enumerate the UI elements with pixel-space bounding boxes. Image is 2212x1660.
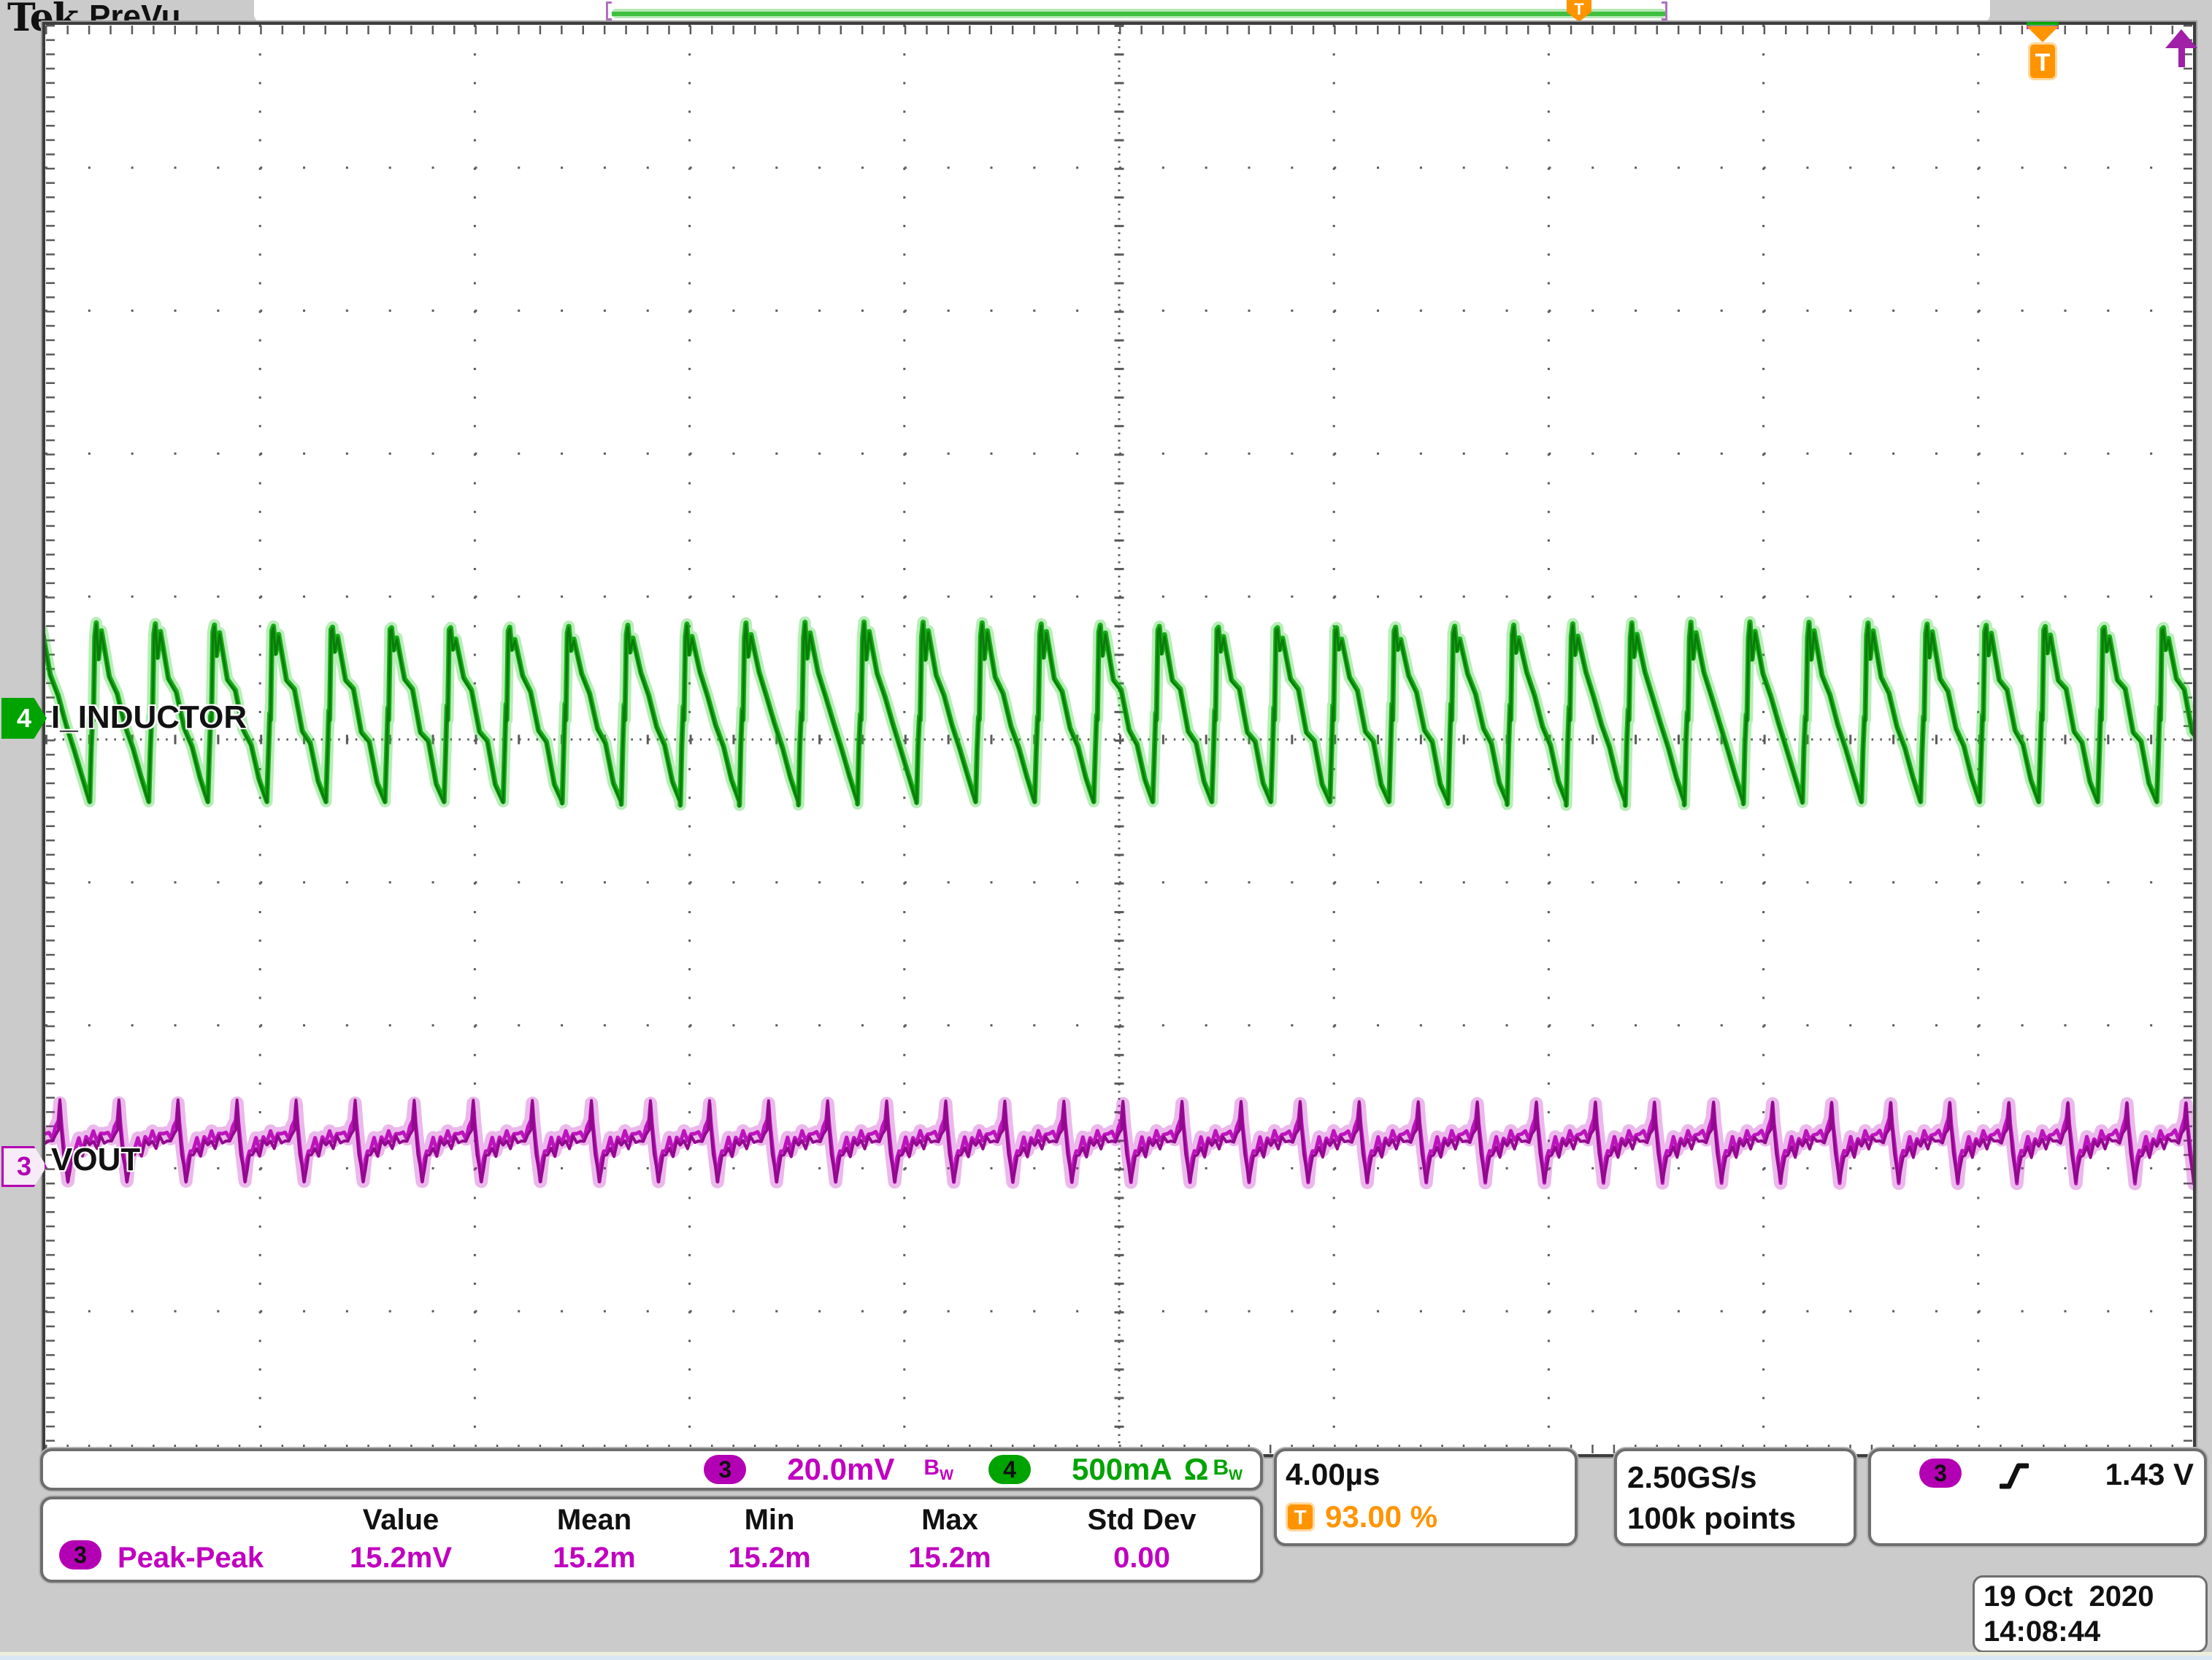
- meas-channel-badge[interactable]: 3: [59, 1540, 101, 1569]
- meas-value: 15.2mV: [350, 1542, 452, 1575]
- trigger-source-badge[interactable]: 3: [1919, 1459, 1962, 1488]
- trigger-slope-rising-icon: [2000, 1460, 2029, 1492]
- ch4-ohm-coupling-icon: Ω: [1184, 1452, 1209, 1487]
- trigger-position-marker[interactable]: T: [2028, 42, 2057, 80]
- meas-stddev: 0.00: [1113, 1542, 1170, 1575]
- acquisition-readout-box[interactable]: 2.50GS/s 100k points: [1614, 1448, 1856, 1546]
- trigger-t-icon: T: [1286, 1502, 1315, 1532]
- ch3-waveform-label: VOUT: [51, 1142, 140, 1178]
- ch3-bandwidth-limit-icon: BW: [923, 1456, 953, 1484]
- measurement-table[interactable]: Value Mean Min Max Std Dev 3 Peak-Peak 1…: [40, 1496, 1263, 1583]
- meas-name[interactable]: Peak-Peak: [118, 1542, 264, 1575]
- trigger-level-offscreen-arrow-stem: [2178, 47, 2185, 67]
- bottom-strip-blue: [0, 1656, 2212, 1660]
- ch4-scale-readout[interactable]: 500mA: [1072, 1452, 1172, 1487]
- ch3-badge-icon[interactable]: 3: [704, 1455, 746, 1484]
- timebase-readout[interactable]: 4.00µs: [1286, 1457, 1566, 1492]
- trigger-position-arrow-icon[interactable]: [2027, 26, 2059, 42]
- graticule: [42, 22, 2196, 1457]
- trigger-position-readout[interactable]: 93.00 %: [1325, 1499, 1437, 1534]
- channel-scale-readout-bar[interactable]: 3 20.0mV BW 4 500mA Ω BW: [40, 1448, 1263, 1491]
- ch4-bandwidth-limit-icon: BW: [1213, 1456, 1243, 1484]
- trigger-level-readout[interactable]: 1.43 V: [2105, 1457, 2194, 1492]
- record-length-readout[interactable]: 100k points: [1627, 1498, 1843, 1539]
- trigger-level-offscreen-arrow-icon: [2165, 29, 2197, 48]
- meas-min: 15.2m: [728, 1542, 810, 1575]
- meas-mean: 15.2m: [553, 1542, 635, 1575]
- ch3-ground-marker[interactable]: 3: [1, 1146, 47, 1187]
- meas-col-mean: Mean: [557, 1504, 631, 1537]
- record-waveform-line: [612, 12, 1666, 16]
- ch4-waveform-label: I_INDUCTOR: [51, 699, 247, 736]
- horizontal-readout-box[interactable]: 4.00µs T 93.00 %: [1274, 1448, 1578, 1546]
- meas-col-max: Max: [921, 1504, 978, 1537]
- meas-max: 15.2m: [908, 1542, 991, 1575]
- oscilloscope-screen: Tek PreVu T T 4 I_INDUCTOR 3 VOUT 3 20.0…: [0, 0, 2212, 1660]
- time-text: 14:08:44: [1983, 1614, 2197, 1649]
- ch3-scale-readout[interactable]: 20.0mV: [787, 1452, 894, 1487]
- date-text: 19 Oct 2020: [1983, 1579, 2197, 1614]
- meas-col-min: Min: [745, 1504, 795, 1537]
- record-window-right-bracket: [1662, 1, 1667, 20]
- meas-col-value: Value: [363, 1504, 439, 1537]
- sample-rate-readout[interactable]: 2.50GS/s: [1627, 1457, 1843, 1498]
- ch4-badge-icon[interactable]: 4: [988, 1455, 1031, 1484]
- meas-col-stddev: Std Dev: [1088, 1504, 1197, 1537]
- datetime-box: 19 Oct 2020 14:08:44: [1973, 1575, 2208, 1653]
- trigger-readout-box[interactable]: 3 1.43 V: [1868, 1448, 2207, 1546]
- record-window-left-bracket: [606, 1, 612, 20]
- ch4-ground-marker[interactable]: 4: [1, 698, 47, 739]
